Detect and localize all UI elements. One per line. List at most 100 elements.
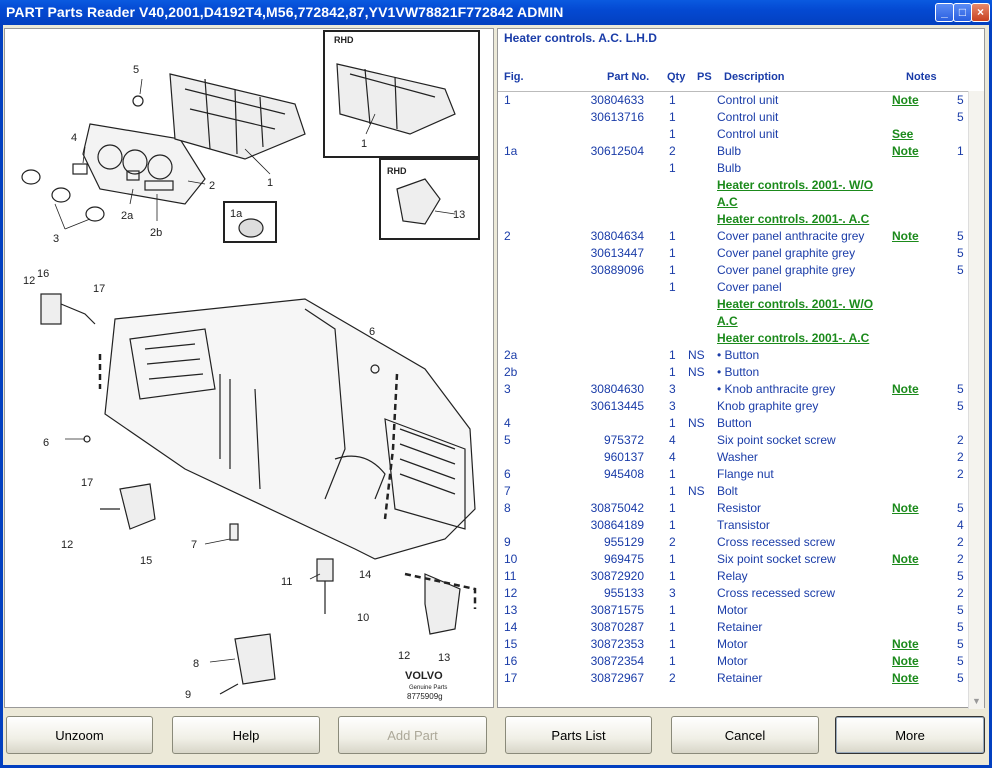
table-row[interactable]: 1 Bulb	[498, 160, 968, 177]
cell-desc: Cover panel	[717, 280, 782, 294]
minimize-button[interactable]: _	[935, 3, 954, 22]
table-row[interactable]: 1a 30612504 2 Bulb Note 1	[498, 143, 968, 160]
table-row[interactable]: 5 975372 4 Six point socket screw 2	[498, 432, 968, 449]
table-row[interactable]: 4 1 NS Button	[498, 415, 968, 432]
table-row[interactable]: 30613445 3 Knob graphite grey 5	[498, 398, 968, 415]
related-section-link[interactable]: Heater controls. 2001-. W/O	[717, 177, 873, 194]
cell-num: 5	[957, 110, 964, 124]
cell-qty: 1	[669, 93, 676, 107]
note-link[interactable]: See	[892, 126, 913, 143]
note-link[interactable]: Note	[892, 92, 919, 109]
col-description: Description	[724, 71, 785, 83]
cell-desc: Cover panel graphite grey	[717, 246, 856, 260]
callout: 2b	[150, 227, 162, 239]
cell-qty: 1	[669, 161, 676, 175]
table-row[interactable]: 960137 4 Washer 2	[498, 449, 968, 466]
exploded-diagram[interactable]: 5 4 1 2 2a 2b 3 1a 1 13 16 12 17 6 6 17 …	[4, 28, 494, 708]
cell-qty: 1	[669, 246, 676, 260]
cell-fig: 6	[504, 467, 511, 481]
cell-part: 30804634	[590, 229, 644, 243]
unzoom-button[interactable]: Unzoom	[6, 716, 153, 754]
table-row[interactable]: 1 30804633 1 Control unit Note 5	[498, 92, 968, 109]
maximize-button[interactable]: □	[953, 3, 972, 22]
table-row[interactable]: 30864189 1 Transistor 4	[498, 517, 968, 534]
table-row[interactable]: Heater controls. 2001-. W/O	[498, 296, 968, 313]
cell-part: 30871575	[590, 603, 644, 617]
cell-part: 30612504	[590, 144, 644, 158]
table-row[interactable]: 7 1 NS Bolt	[498, 483, 968, 500]
table-row[interactable]: 10 969475 1 Six point socket screw Note 2	[498, 551, 968, 568]
cell-desc: Motor	[717, 654, 748, 668]
table-row[interactable]: 14 30870287 1 Retainer 5	[498, 619, 968, 636]
table-row[interactable]: 3 30804630 3 • Knob anthracite grey Note 5	[498, 381, 968, 398]
related-section-link[interactable]: Heater controls. 2001-. A.C	[717, 330, 869, 347]
cell-part: 955129	[603, 535, 644, 549]
scroll-down-icon[interactable]: ▼	[972, 696, 981, 706]
note-link[interactable]: Note	[892, 551, 919, 568]
related-section-link[interactable]: A.C	[717, 194, 738, 211]
table-row[interactable]: 30613716 1 Control unit 5	[498, 109, 968, 126]
cell-num: 5	[957, 620, 964, 634]
cell-qty: 3	[669, 586, 676, 600]
related-section-link[interactable]: Heater controls. 2001-. A.C	[717, 211, 869, 228]
callout: 12	[61, 539, 73, 551]
cell-qty: 1	[669, 229, 676, 243]
table-row[interactable]: Heater controls. 2001-. W/O	[498, 177, 968, 194]
table-row[interactable]: 16 30872354 1 Motor Note 5	[498, 653, 968, 670]
table-row[interactable]: 2 30804634 1 Cover panel anthracite grey Not…	[498, 228, 968, 245]
table-row[interactable]: Heater controls. 2001-. A.C	[498, 211, 968, 228]
cell-fig: 15	[504, 637, 518, 651]
col-part-no: Part No.	[607, 71, 650, 83]
close-button[interactable]: ×	[971, 3, 990, 22]
cancel-button[interactable]: Cancel	[671, 716, 819, 754]
callout: 16	[37, 268, 49, 280]
cell-num: 5	[957, 93, 964, 107]
callout: 7	[191, 539, 197, 551]
table-row[interactable]: 12 955133 3 Cross recessed screw 2	[498, 585, 968, 602]
table-row[interactable]: 1 Control unit See	[498, 126, 968, 143]
cell-fig: 1a	[504, 144, 518, 158]
parts-list[interactable]: 1 30804633 1 Control unit Note 5 30613716 1 Cont…	[498, 91, 968, 710]
note-link[interactable]: Note	[892, 228, 919, 245]
help-button[interactable]: Help	[172, 716, 320, 754]
table-row[interactable]: 1 Cover panel	[498, 279, 968, 296]
table-row[interactable]: 9 955129 2 Cross recessed screw 2	[498, 534, 968, 551]
cell-num: 5	[957, 654, 964, 668]
table-row[interactable]: A.C	[498, 313, 968, 330]
note-link[interactable]: Note	[892, 636, 919, 653]
table-row[interactable]: Heater controls. 2001-. A.C	[498, 330, 968, 347]
vertical-scrollbar[interactable]: ▼	[968, 91, 984, 709]
table-row[interactable]: 6 945408 1 Flange nut 2	[498, 466, 968, 483]
callout: 12	[23, 275, 35, 287]
cell-part: 30889096	[590, 263, 644, 277]
note-link[interactable]: Note	[892, 143, 919, 160]
callout: 17	[93, 283, 105, 295]
table-row[interactable]: 30613447 1 Cover panel graphite grey 5	[498, 245, 968, 262]
table-row[interactable]: 17 30872967 2 Retainer Note 5	[498, 670, 968, 687]
cell-desc: Motor	[717, 603, 748, 617]
callout: 13	[453, 209, 465, 221]
related-section-link[interactable]: A.C	[717, 313, 738, 330]
parts-list-button[interactable]: Parts List	[505, 716, 652, 754]
cell-num: 5	[957, 399, 964, 413]
table-row[interactable]: 30889096 1 Cover panel graphite grey 5	[498, 262, 968, 279]
callout: 8	[193, 658, 199, 670]
cell-qty: 2	[669, 144, 676, 158]
note-link[interactable]: Note	[892, 653, 919, 670]
note-link[interactable]: Note	[892, 500, 919, 517]
cell-fig: 13	[504, 603, 518, 617]
table-row[interactable]: 2b 1 NS • Button	[498, 364, 968, 381]
cell-num: 2	[957, 552, 964, 566]
table-row[interactable]: 11 30872920 1 Relay 5	[498, 568, 968, 585]
cell-qty: 1	[669, 110, 676, 124]
table-row[interactable]: 2a 1 NS • Button	[498, 347, 968, 364]
note-link[interactable]: Note	[892, 670, 919, 687]
table-row[interactable]: 8 30875042 1 Resistor Note 5	[498, 500, 968, 517]
note-link[interactable]: Note	[892, 381, 919, 398]
table-row[interactable]: 15 30872353 1 Motor Note 5	[498, 636, 968, 653]
table-row[interactable]: 13 30871575 1 Motor 5	[498, 602, 968, 619]
table-row[interactable]: A.C	[498, 194, 968, 211]
more-button[interactable]: More	[835, 716, 985, 754]
related-section-link[interactable]: Heater controls. 2001-. W/O	[717, 296, 873, 313]
cell-ps: NS	[688, 484, 705, 498]
